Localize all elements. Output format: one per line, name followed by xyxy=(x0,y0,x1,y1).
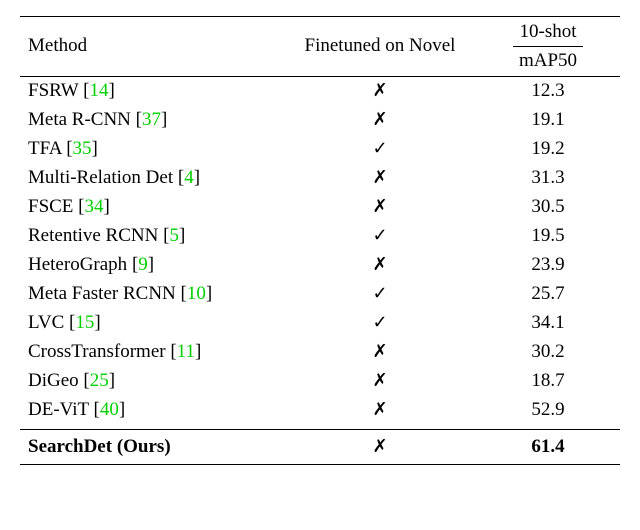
cross-icon: ✗ xyxy=(372,254,387,274)
header-map50: mAP50 xyxy=(476,43,620,77)
method-cell: Multi-Relation Det [4] xyxy=(20,164,284,193)
table-row: CrossTransformer [11] ✗ 30.2 xyxy=(20,338,620,367)
cross-icon: ✗ xyxy=(372,341,387,361)
method-name: FSCE xyxy=(28,196,73,217)
map50-cell: 19.2 xyxy=(476,135,620,164)
citation-link[interactable]: 5 xyxy=(169,225,179,246)
method-cell: Meta R-CNN [37] xyxy=(20,106,284,135)
method-name: DE-ViT xyxy=(28,399,89,420)
check-icon: ✓ xyxy=(372,283,387,303)
check-icon: ✓ xyxy=(372,312,387,332)
table-row: Retentive RCNN [5] ✓ 19.5 xyxy=(20,222,620,251)
table-row: LVC [15] ✓ 34.1 xyxy=(20,309,620,338)
method-name: CrossTransformer xyxy=(28,341,166,362)
table-row: HeteroGraph [9] ✗ 23.9 xyxy=(20,251,620,280)
method-name: HeteroGraph xyxy=(28,254,127,275)
citation-link[interactable]: 10 xyxy=(187,283,206,304)
map50-cell: 61.4 xyxy=(476,430,620,465)
map50-cell: 19.5 xyxy=(476,222,620,251)
method-name: FSRW xyxy=(28,80,78,101)
table-row: TFA [35] ✓ 19.2 xyxy=(20,135,620,164)
finetuned-cell: ✗ xyxy=(284,251,476,280)
method-cell: HeteroGraph [9] xyxy=(20,251,284,280)
method-cell: CrossTransformer [11] xyxy=(20,338,284,367)
method-cell: SearchDet (Ours) xyxy=(20,430,284,465)
cross-icon: ✗ xyxy=(372,80,387,100)
method-cell: Retentive RCNN [5] xyxy=(20,222,284,251)
table-row: Meta R-CNN [37] ✗ 19.1 xyxy=(20,106,620,135)
finetuned-cell: ✓ xyxy=(284,135,476,164)
cross-icon: ✗ xyxy=(372,399,387,419)
finetuned-cell: ✓ xyxy=(284,309,476,338)
finetuned-cell: ✗ xyxy=(284,396,476,430)
method-name: TFA xyxy=(28,138,61,159)
method-cell: FSRW [14] xyxy=(20,76,284,106)
cross-icon: ✗ xyxy=(372,436,387,456)
method-name: DiGeo xyxy=(28,370,79,391)
finetuned-cell: ✗ xyxy=(284,164,476,193)
citation-link[interactable]: 34 xyxy=(85,196,104,217)
cross-icon: ✗ xyxy=(372,109,387,129)
table-row-ours: SearchDet (Ours) ✗ 61.4 xyxy=(20,430,620,465)
cross-icon: ✗ xyxy=(372,370,387,390)
method-cell: Meta Faster RCNN [10] xyxy=(20,280,284,309)
citation-link[interactable]: 9 xyxy=(138,254,148,275)
citation-link[interactable]: 37 xyxy=(142,109,161,130)
table-body: FSRW [14]✗12.3Meta R-CNN [37]✗19.1TFA [3… xyxy=(20,76,620,465)
method-cell: TFA [35] xyxy=(20,135,284,164)
header-finetuned: Finetuned on Novel xyxy=(284,17,476,77)
finetuned-cell: ✗ xyxy=(284,430,476,465)
finetuned-cell: ✓ xyxy=(284,280,476,309)
map50-cell: 34.1 xyxy=(476,309,620,338)
citation-link[interactable]: 4 xyxy=(184,167,194,188)
citation-link[interactable]: 15 xyxy=(75,312,94,333)
header-method: Method xyxy=(20,17,284,77)
table-row: FSRW [14] ✗ 12.3 xyxy=(20,76,620,106)
table-row: FSCE [34] ✗ 30.5 xyxy=(20,193,620,222)
method-name: Retentive RCNN xyxy=(28,225,158,246)
cross-icon: ✗ xyxy=(372,167,387,187)
citation-link[interactable]: 11 xyxy=(177,341,195,362)
citation-link[interactable]: 40 xyxy=(100,399,119,420)
map50-cell: 19.1 xyxy=(476,106,620,135)
results-table: Method Finetuned on Novel 10-shot mAP50 … xyxy=(20,16,620,465)
table-row: DiGeo [25] ✗ 18.7 xyxy=(20,367,620,396)
citation-link[interactable]: 14 xyxy=(89,80,108,101)
method-name: Multi-Relation Det xyxy=(28,167,173,188)
finetuned-cell: ✗ xyxy=(284,193,476,222)
method-name: Meta Faster RCNN xyxy=(28,283,176,304)
header-10shot: 10-shot xyxy=(476,17,620,43)
check-icon: ✓ xyxy=(372,138,387,158)
map50-cell: 25.7 xyxy=(476,280,620,309)
table-row: DE-ViT [40] ✗ 52.9 xyxy=(20,396,620,430)
finetuned-cell: ✗ xyxy=(284,106,476,135)
map50-cell: 30.2 xyxy=(476,338,620,367)
citation-link[interactable]: 25 xyxy=(90,370,109,391)
method-name: Meta R-CNN xyxy=(28,109,131,130)
citation-link[interactable]: 35 xyxy=(73,138,92,159)
method-name: LVC xyxy=(28,312,64,333)
map50-cell: 52.9 xyxy=(476,396,620,430)
finetuned-cell: ✓ xyxy=(284,222,476,251)
method-cell: LVC [15] xyxy=(20,309,284,338)
map50-cell: 31.3 xyxy=(476,164,620,193)
finetuned-cell: ✗ xyxy=(284,76,476,106)
table-row: Meta Faster RCNN [10] ✓ 25.7 xyxy=(20,280,620,309)
map50-cell: 23.9 xyxy=(476,251,620,280)
finetuned-cell: ✗ xyxy=(284,338,476,367)
map50-cell: 12.3 xyxy=(476,76,620,106)
method-cell: DE-ViT [40] xyxy=(20,396,284,430)
table-row: Multi-Relation Det [4] ✗ 31.3 xyxy=(20,164,620,193)
finetuned-cell: ✗ xyxy=(284,367,476,396)
method-cell: DiGeo [25] xyxy=(20,367,284,396)
check-icon: ✓ xyxy=(372,225,387,245)
cross-icon: ✗ xyxy=(372,196,387,216)
map50-cell: 18.7 xyxy=(476,367,620,396)
map50-cell: 30.5 xyxy=(476,193,620,222)
method-cell: FSCE [34] xyxy=(20,193,284,222)
